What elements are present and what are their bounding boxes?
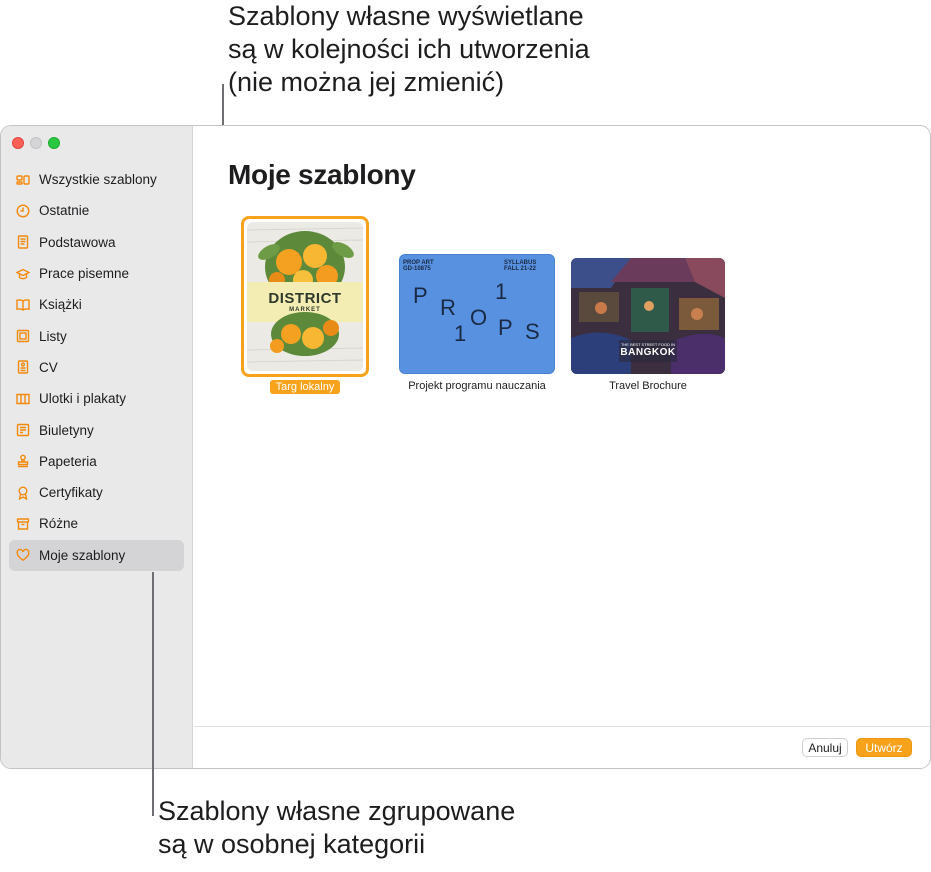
thumb-letter-3: 1 [495,279,508,304]
sidebar-item-label: CV [39,359,58,375]
sidebar-item-certificates[interactable]: Certyfikaty [9,477,184,508]
window-controls [12,137,60,149]
template-thumbnail: PROP ART GD-10875 SYLLABUS FALL 21-22 P … [399,254,555,374]
sidebar-item-essays[interactable]: Prace pisemne [9,258,184,289]
sidebar-item-all-templates[interactable]: Wszystkie szablony [9,164,184,195]
sidebar-item-label: Podstawowa [39,234,116,250]
thumb-title: BANGKOK [620,347,676,358]
newsletter-icon [15,422,31,438]
callout-top: Szablony własne wyświetlane są w kolejno… [228,0,788,99]
sidebar-item-label: Różne [39,516,79,532]
sidebar-item-label: Ostatnie [39,203,90,219]
callout-bottom-line-vertical [152,572,154,816]
resume-icon [15,359,31,375]
template-local-market[interactable]: DISTRICT MARKET Targ lokalny [241,216,369,394]
box-icon [15,516,31,532]
callout-bottom-line-2: są w osobnej kategorii [158,829,426,859]
selection-frame: DISTRICT MARKET [241,216,369,377]
cancel-button[interactable]: Anuluj [802,738,848,757]
thumb-line-2: GD-10875 [403,266,431,272]
thumb-letter-1: P [413,283,428,308]
callout-bottom: Szablony własne zgrupowane są w osobnej … [158,795,718,861]
sidebar-item-my-templates[interactable]: Moje szablony [9,539,184,571]
page-title: Moje szablony [228,159,416,190]
template-chooser-window: Wszystkie szablony Ostatnie Podstawowa P… [0,125,931,769]
thumb-letter-7: S [525,319,540,344]
sidebar-item-label: Certyfikaty [39,485,103,501]
callout-top-line-3: (nie można jej zmienić) [228,67,505,97]
sidebar-item-label: Papeteria [39,453,97,469]
callout-top-line-1: Szablony własne wyświetlane [228,1,584,31]
footer-bar: Anuluj Utwórz [194,726,930,768]
letter-icon [15,328,31,344]
sidebar-item-letters[interactable]: Listy [9,320,184,351]
template-label: Projekt programu nauczania [408,380,546,392]
template-label: Targ lokalny [269,380,341,394]
thumb-letter-2: R [440,295,456,320]
sidebar-item-flyers[interactable]: Ulotki i plakaty [9,383,184,414]
sidebar-item-label: Prace pisemne [39,266,130,282]
close-window-button[interactable] [12,137,24,149]
flyer-icon [15,391,31,407]
thumb-letter-4: O [470,305,488,330]
sidebar-item-books[interactable]: Książki [9,289,184,320]
template-travel-brochure[interactable]: THE BEST STREET FOOD IN BANGKOK Travel B… [571,258,725,392]
template-syllabus[interactable]: PROP ART GD-10875 SYLLABUS FALL 21-22 P … [399,254,555,392]
sidebar: Wszystkie szablony Ostatnie Podstawowa P… [1,126,193,768]
sidebar-item-cv[interactable]: CV [9,352,184,383]
template-label: Travel Brochure [609,380,687,392]
sidebar-item-misc[interactable]: Różne [9,508,184,539]
thumb-letter-6: P [498,315,513,340]
thumb-subtitle: MARKET [289,307,321,313]
minimize-window-button[interactable] [30,137,42,149]
thumb-line-4: FALL 21-22 [504,266,536,272]
template-thumbnail: DISTRICT MARKET [247,222,363,371]
sidebar-item-label: Biuletyny [39,422,94,438]
stamp-icon [15,453,31,469]
callout-top-line-2: są w kolejności ich utworzenia [228,34,590,64]
callout-bottom-line-1: Szablony własne zgrupowane [158,796,516,826]
sidebar-item-stationery[interactable]: Papeteria [9,446,184,477]
sidebar-item-label: Ulotki i plakaty [39,391,127,407]
sidebar-item-label: Listy [39,328,67,344]
document-icon [15,234,31,250]
graduation-cap-icon [15,266,31,282]
sidebar-item-label: Książki [39,297,82,313]
grid-icon [15,172,31,188]
sidebar-item-label: Wszystkie szablony [39,172,157,188]
template-thumbnail: THE BEST STREET FOOD IN BANGKOK [571,258,725,374]
category-list: Wszystkie szablony Ostatnie Podstawowa P… [9,164,184,571]
sidebar-item-basic[interactable]: Podstawowa [9,227,184,258]
maximize-window-button[interactable] [48,137,60,149]
book-icon [15,297,31,313]
template-gallery: Moje szablony DISTRICT MARKET Targ lokal… [194,126,930,768]
thumb-title: DISTRICT [268,290,342,307]
sidebar-item-newsletters[interactable]: Biuletyny [9,414,184,445]
heart-icon [15,547,31,563]
sidebar-item-label: Moje szablony [39,547,126,563]
sidebar-item-recent[interactable]: Ostatnie [9,195,184,226]
clock-icon [15,203,31,219]
create-button[interactable]: Utwórz [856,738,912,757]
ribbon-icon [15,485,31,501]
thumb-letter-5: 1 [454,321,467,346]
